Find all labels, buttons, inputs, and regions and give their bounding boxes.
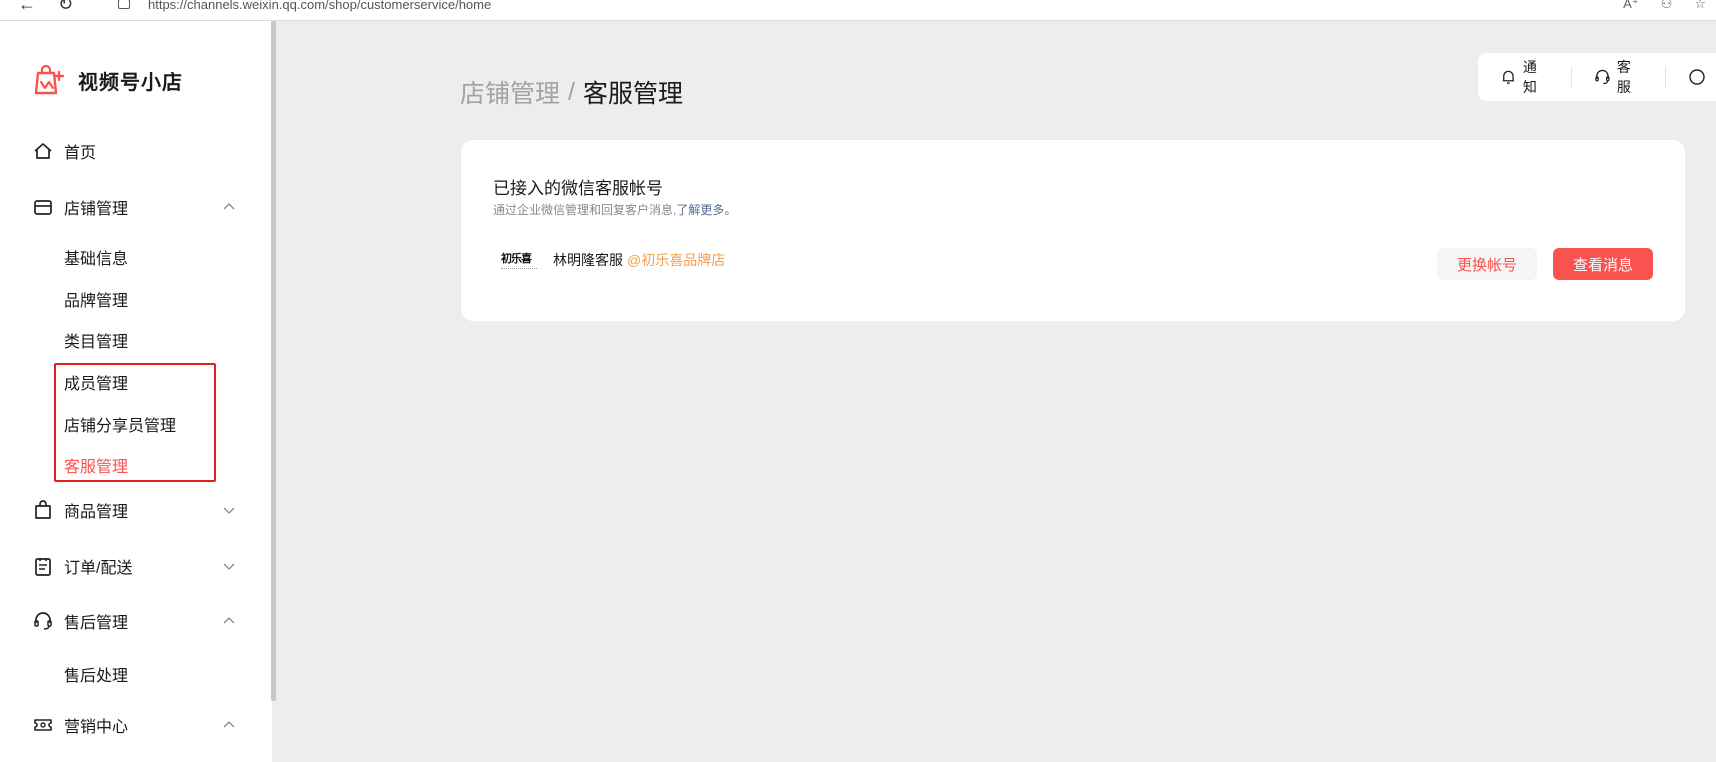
notify-label: 通知 <box>1522 59 1537 95</box>
help-button[interactable] <box>1665 66 1716 88</box>
sidebar-subitem-brand[interactable]: 品牌管理 <box>64 287 128 311</box>
back-arrow-icon[interactable]: ← <box>18 0 36 15</box>
sidebar-item-home[interactable]: 首页 <box>0 131 260 171</box>
app-logo[interactable]: 视频号小店 <box>32 63 183 97</box>
store-icon <box>34 200 52 215</box>
sidebar-subitem-members[interactable]: 成员管理 <box>64 370 128 394</box>
customer-service-card: 已接入的微信客服帐号 通过企业微信管理和回复客户消息,了解更多。 初乐喜 林明隆… <box>461 140 1685 321</box>
sidebar-item-label: 售后管理 <box>64 615 129 632</box>
service-button[interactable]: 客服 <box>1571 59 1665 95</box>
card-title: 已接入的微信客服帐号 <box>493 179 663 198</box>
shop-bag-logo-icon <box>34 64 65 95</box>
app-name: 视频号小店 <box>78 71 183 94</box>
help-circle-icon <box>1689 69 1705 85</box>
sidebar-item-aftersales[interactable]: 售后管理 <box>0 601 260 641</box>
browser-right-icons: A⁺ ⚇ ☆ <box>1623 0 1706 12</box>
sidebar-item-label: 店铺管理 <box>64 201 129 218</box>
sidebar-item-store[interactable]: 店铺管理 <box>0 187 260 227</box>
extensions-icon[interactable]: ⚇ <box>1661 0 1673 12</box>
card-description: 通过企业微信管理和回复客户消息,了解更多。 <box>493 201 736 218</box>
reload-icon[interactable]: ↻ <box>58 0 73 15</box>
account-shop-name: @初乐喜品牌店 <box>627 252 726 268</box>
order-list-icon <box>35 558 51 576</box>
sidebar-item-label: 营销中心 <box>64 719 129 736</box>
chevron-down-icon <box>223 563 235 570</box>
sidebar-subitem-sharers[interactable]: 店铺分享员管理 <box>64 412 176 436</box>
breadcrumb: 店铺管理 / 客服管理 <box>460 74 683 110</box>
url-text: https://channels.weixin.qq.com/shop/cust… <box>148 0 492 12</box>
sidebar-item-label: 商品管理 <box>64 504 129 521</box>
read-aloud-icon[interactable]: A⁺ <box>1623 0 1639 12</box>
lock-icon <box>118 0 130 9</box>
address-bar[interactable]: https://channels.weixin.qq.com/shop/cust… <box>100 0 1580 18</box>
learn-more-link[interactable]: 了解更多。 <box>676 203 736 217</box>
sidebar-item-orders[interactable]: 订单/配送 <box>0 546 260 586</box>
home-icon <box>34 143 52 159</box>
notify-button[interactable]: 通知 <box>1478 59 1571 95</box>
view-messages-button[interactable]: 查看消息 <box>1553 248 1653 280</box>
sidebar-item-label: 首页 <box>64 145 97 162</box>
chevron-up-icon <box>223 721 235 728</box>
description-text: 通过企业微信管理和回复客户消息, <box>493 203 677 217</box>
headset-icon <box>34 612 52 630</box>
sidebar: 视频号小店 首页 店铺管理 基础信息 品牌管理 类目管理 成员管理 店铺分享员管… <box>0 21 272 762</box>
browser-toolbar: ← ↻ https://channels.weixin.qq.com/shop/… <box>0 0 1716 21</box>
sidebar-item-label: 订单/配送 <box>64 560 133 577</box>
account-row: 初乐喜 林明隆客服 @初乐喜品牌店 <box>501 250 725 270</box>
sidebar-subitem-category[interactable]: 类目管理 <box>64 328 128 352</box>
page-title: 客服管理 <box>582 80 683 108</box>
account-name: 林明隆客服 <box>553 252 623 268</box>
favorites-icon[interactable]: ☆ <box>1694 0 1706 12</box>
sidebar-subitem-aftersales-handling[interactable]: 售后处理 <box>64 662 128 686</box>
breadcrumb-parent[interactable]: 店铺管理 <box>460 74 560 110</box>
ticket-icon <box>34 719 52 731</box>
chevron-up-icon <box>223 617 235 624</box>
sidebar-scrollbar[interactable] <box>271 21 276 701</box>
sidebar-item-products[interactable]: 商品管理 <box>0 490 260 530</box>
sidebar-subitem-basic-info[interactable]: 基础信息 <box>64 245 128 269</box>
chevron-down-icon <box>223 507 235 514</box>
breadcrumb-separator: / <box>568 77 575 106</box>
headset-icon <box>1595 69 1610 85</box>
switch-account-button[interactable]: 更换帐号 <box>1437 248 1537 280</box>
service-label: 客服 <box>1616 59 1631 95</box>
chevron-up-icon <box>223 203 235 210</box>
shopping-bag-icon <box>35 500 51 519</box>
bell-icon <box>1502 70 1515 84</box>
sidebar-subitem-customer-service[interactable]: 客服管理 <box>64 453 128 477</box>
account-logo: 初乐喜 <box>501 251 537 269</box>
top-actions-bar: 通知 客服 <box>1478 53 1716 101</box>
sidebar-item-marketing[interactable]: 营销中心 <box>0 705 260 745</box>
